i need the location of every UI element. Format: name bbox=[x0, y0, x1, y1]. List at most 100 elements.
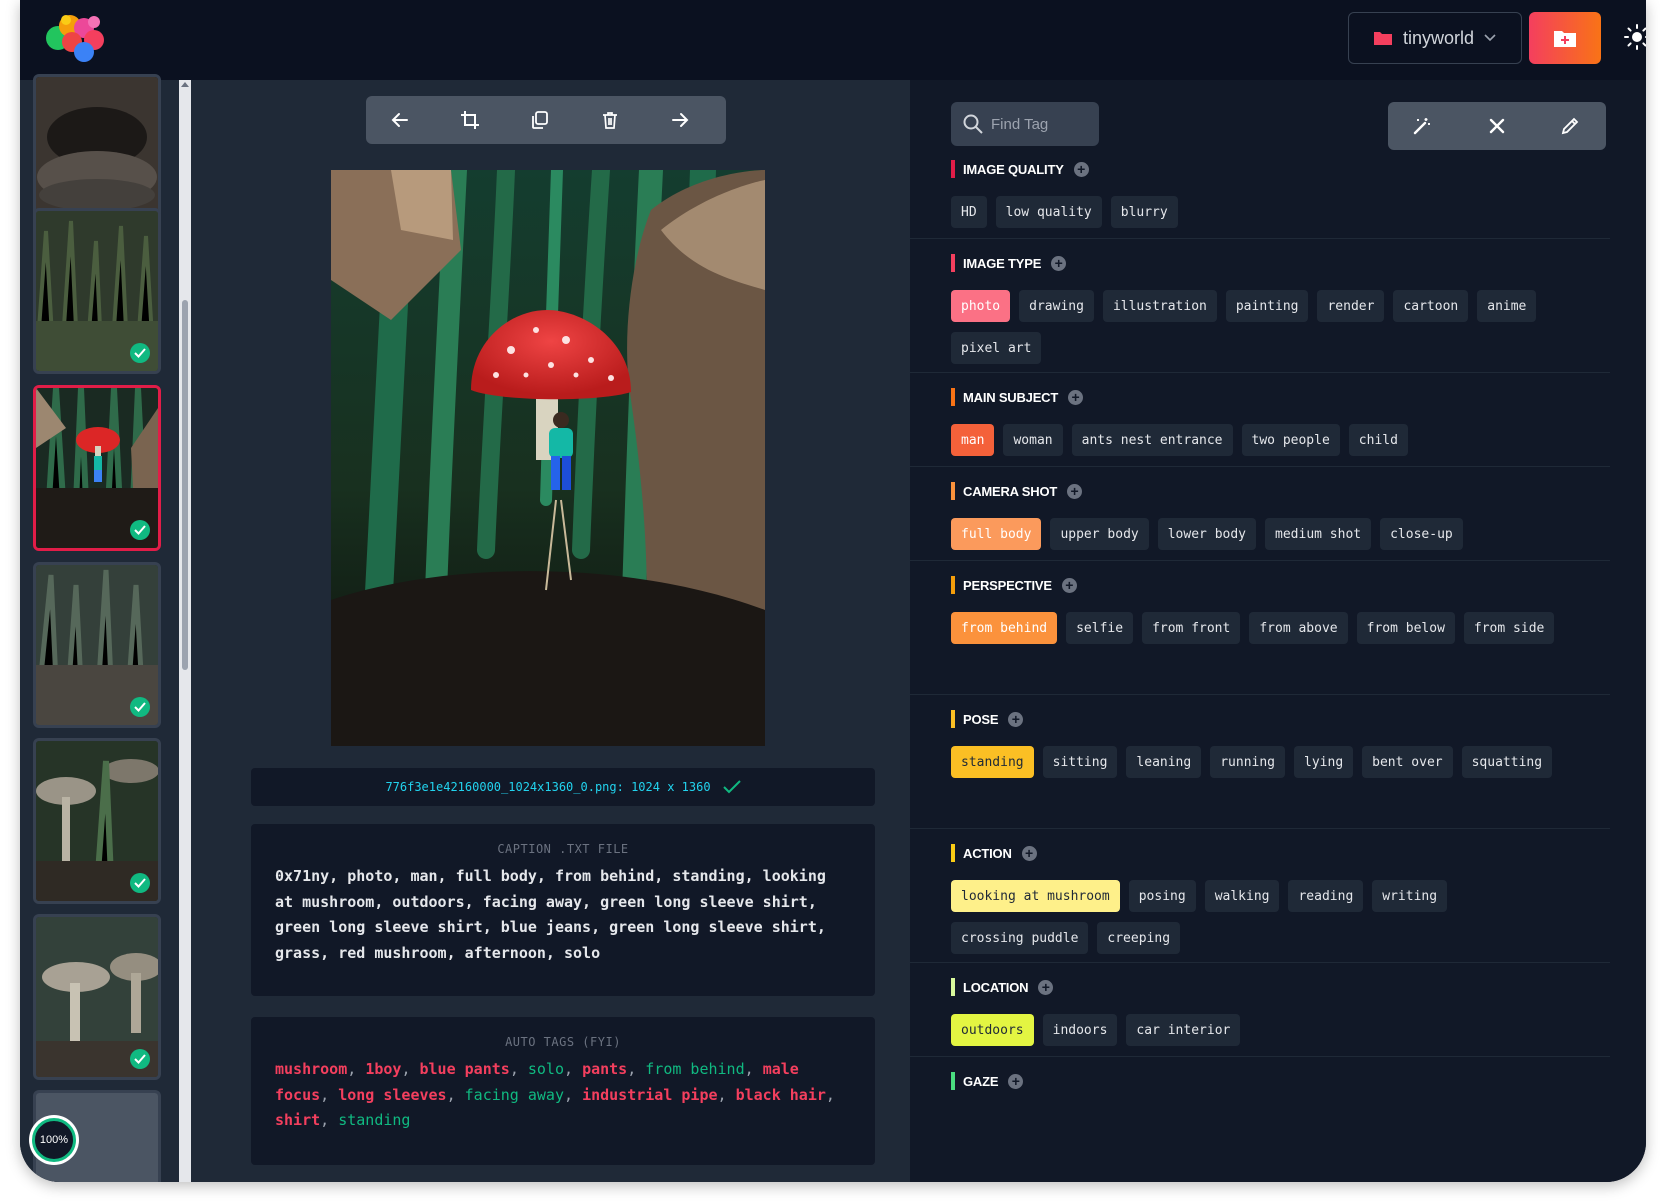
auto-tag: mushroom bbox=[275, 1060, 348, 1078]
section-header: GAZE + bbox=[951, 1072, 1611, 1090]
section-accent-bar bbox=[951, 388, 955, 406]
tag-chip[interactable]: low quality bbox=[995, 196, 1102, 228]
tag-chip-selected[interactable]: man bbox=[951, 424, 995, 456]
tag-chip[interactable]: indoors bbox=[1042, 1014, 1118, 1046]
app-window: tinyworld 100% 776f3e1e42160000_1024x136… bbox=[20, 0, 1646, 1182]
tag-chip-selected[interactable]: photo bbox=[951, 290, 1011, 322]
find-tag-input[interactable] bbox=[991, 115, 1091, 133]
arrow-right-icon[interactable] bbox=[668, 108, 692, 132]
add-tag-icon[interactable]: + bbox=[1068, 389, 1084, 405]
add-tag-icon[interactable]: + bbox=[1051, 255, 1067, 271]
add-tag-icon[interactable]: + bbox=[1008, 1073, 1024, 1089]
tag-chip[interactable]: ants nest entrance bbox=[1071, 424, 1233, 456]
tag-chip[interactable]: woman bbox=[1003, 424, 1063, 456]
section-header: PERSPECTIVE + bbox=[951, 576, 1611, 594]
tag-chip[interactable]: cartoon bbox=[1393, 290, 1469, 322]
tag-chip[interactable]: bent over bbox=[1362, 746, 1453, 778]
check-icon bbox=[130, 343, 150, 363]
tag-chip[interactable]: from front bbox=[1142, 612, 1241, 644]
sun-icon[interactable] bbox=[1624, 24, 1646, 50]
tag-chip[interactable]: crossing puddle bbox=[951, 922, 1089, 954]
tag-chip[interactable]: from above bbox=[1249, 612, 1348, 644]
main-image[interactable] bbox=[331, 170, 765, 746]
add-tag-icon[interactable]: + bbox=[1073, 161, 1089, 177]
tag-chip[interactable]: walking bbox=[1204, 880, 1280, 912]
tag-chip[interactable]: posing bbox=[1128, 880, 1196, 912]
tag-chip[interactable]: painting bbox=[1225, 290, 1309, 322]
thumbnail-6[interactable] bbox=[33, 914, 161, 1080]
section-accent-bar bbox=[951, 844, 955, 862]
folder-icon bbox=[1374, 32, 1392, 45]
tag-chip-selected[interactable]: from behind bbox=[951, 612, 1058, 644]
project-select[interactable]: tinyworld bbox=[1348, 12, 1522, 64]
auto-tags-panel: AUTO TAGS (FYI) mushroom, 1boy, blue pan… bbox=[251, 1017, 875, 1165]
thumbnail-2[interactable] bbox=[33, 208, 161, 374]
tag-section-gaze: GAZE + bbox=[951, 1072, 1611, 1090]
thumbnail-5[interactable] bbox=[33, 738, 161, 904]
tag-chip[interactable]: drawing bbox=[1019, 290, 1094, 322]
close-icon[interactable] bbox=[1485, 114, 1509, 138]
section-accent-bar bbox=[951, 482, 955, 500]
check-icon bbox=[130, 520, 150, 540]
tag-list: HD low quality blurry bbox=[951, 196, 1571, 228]
thumbnail-3-selected[interactable] bbox=[33, 385, 161, 551]
section-accent-bar bbox=[951, 160, 955, 178]
tag-chip[interactable]: pixel art bbox=[951, 332, 1042, 364]
tag-chip[interactable]: child bbox=[1348, 424, 1408, 456]
caption-panel[interactable]: CAPTION .TXT FILE 0x71ny, photo, man, fu… bbox=[251, 824, 875, 996]
duplicate-icon[interactable] bbox=[528, 108, 552, 132]
tag-chip[interactable]: selfie bbox=[1066, 612, 1134, 644]
pencil-icon[interactable] bbox=[1558, 114, 1582, 138]
tag-chip[interactable]: medium shot bbox=[1265, 518, 1372, 550]
tag-list: standing sitting leaning running lying bent o… bbox=[951, 746, 1571, 778]
add-tag-icon[interactable]: + bbox=[1067, 483, 1083, 499]
tag-chip[interactable]: upper body bbox=[1050, 518, 1149, 550]
image-toolbar bbox=[366, 96, 726, 144]
tag-chip[interactable]: car interior bbox=[1126, 1014, 1241, 1046]
caption-text[interactable]: 0x71ny, photo, man, full body, from behi… bbox=[275, 864, 851, 966]
tag-chip[interactable]: sitting bbox=[1042, 746, 1118, 778]
tag-chip[interactable]: lying bbox=[1294, 746, 1354, 778]
section-title: POSE bbox=[963, 711, 999, 727]
tag-chip[interactable]: two people bbox=[1241, 424, 1340, 456]
tag-chip[interactable]: illustration bbox=[1102, 290, 1217, 322]
tag-chip[interactable]: anime bbox=[1477, 290, 1537, 322]
tag-chip[interactable]: from below bbox=[1356, 612, 1455, 644]
tag-chip[interactable]: reading bbox=[1288, 880, 1364, 912]
check-icon bbox=[722, 780, 741, 794]
tag-chip[interactable]: running bbox=[1210, 746, 1286, 778]
trash-icon[interactable] bbox=[598, 108, 622, 132]
auto-tags-list: mushroom, 1boy, blue pants, solo, pants,… bbox=[275, 1060, 835, 1129]
add-tag-icon[interactable]: + bbox=[1008, 711, 1024, 727]
tag-chip-selected[interactable]: outdoors bbox=[951, 1014, 1034, 1046]
tag-chip[interactable]: HD bbox=[951, 196, 987, 228]
tag-chip[interactable]: squatting bbox=[1461, 746, 1553, 778]
tag-chip-selected[interactable]: standing bbox=[951, 746, 1034, 778]
tag-chip[interactable]: close-up bbox=[1380, 518, 1463, 550]
add-tag-icon[interactable]: + bbox=[1021, 845, 1037, 861]
find-tag-field[interactable] bbox=[951, 102, 1099, 146]
tag-chip[interactable]: lower body bbox=[1157, 518, 1257, 550]
section-header: MAIN SUBJECT + bbox=[951, 388, 1611, 406]
section-divider bbox=[910, 828, 1610, 829]
tag-chip-selected[interactable]: full body bbox=[951, 518, 1042, 550]
thumbnail-4[interactable] bbox=[33, 562, 161, 728]
magic-wand-icon[interactable] bbox=[1410, 114, 1434, 138]
tag-chip[interactable]: render bbox=[1317, 290, 1385, 322]
tag-chip-selected[interactable]: looking at mushroom bbox=[951, 880, 1120, 912]
app-logo[interactable] bbox=[36, 8, 108, 68]
tag-chip[interactable]: from side bbox=[1463, 612, 1555, 644]
arrow-left-icon[interactable] bbox=[388, 108, 412, 132]
sidebar-scrollbar-thumb[interactable] bbox=[182, 300, 188, 670]
add-tag-icon[interactable]: + bbox=[1061, 577, 1077, 593]
tag-chip[interactable]: leaning bbox=[1126, 746, 1202, 778]
crop-icon[interactable] bbox=[458, 108, 482, 132]
tag-chip[interactable]: writing bbox=[1372, 880, 1448, 912]
add-tag-icon[interactable]: + bbox=[1038, 979, 1054, 995]
auto-tag: standing bbox=[338, 1111, 411, 1129]
scroll-up-arrow-icon[interactable] bbox=[181, 82, 189, 87]
tag-chip[interactable]: creeping bbox=[1097, 922, 1181, 954]
folder-plus-icon bbox=[1554, 31, 1576, 47]
tag-chip[interactable]: blurry bbox=[1110, 196, 1178, 228]
add-project-button[interactable] bbox=[1529, 12, 1601, 64]
